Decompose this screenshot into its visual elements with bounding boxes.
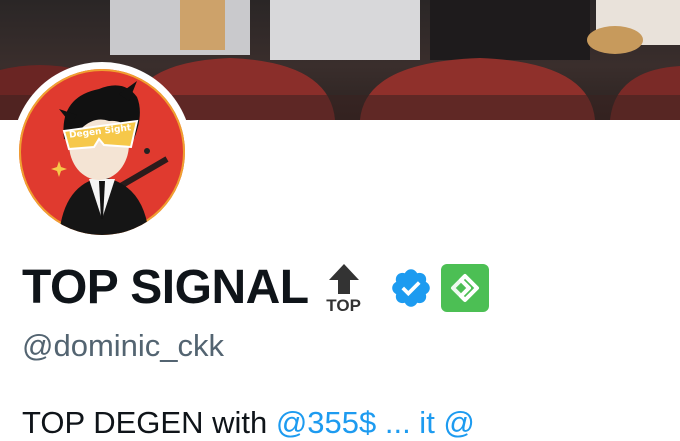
bio-mention-link[interactable]: @355$ ... it @ (276, 405, 475, 440)
display-name: TOP SIGNAL (22, 261, 309, 314)
avatar[interactable]: Degen Sight (19, 69, 185, 235)
top-emoji-label: TOP (326, 296, 361, 315)
verified-check-icon[interactable] (389, 266, 433, 310)
bio: TOP DEGEN with @355$ ... it @ (22, 404, 475, 441)
avatar-illustration (51, 81, 169, 235)
bio-text: TOP DEGEN with (22, 405, 276, 440)
username-handle: @dominic_ckk (22, 328, 225, 363)
app-logo-icon[interactable] (440, 264, 489, 312)
top-arrow-emoji-icon: TOP (323, 262, 365, 314)
name-row: TOP SIGNAL TOP (22, 256, 489, 320)
avatar-frame[interactable]: Degen Sight (12, 62, 192, 242)
